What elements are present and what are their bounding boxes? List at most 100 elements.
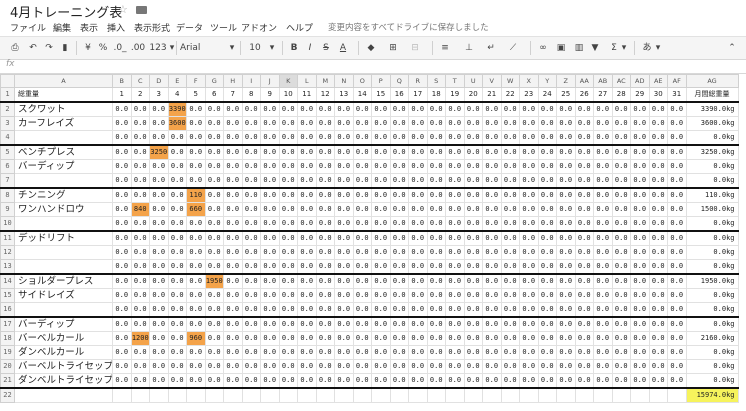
weight-cell[interactable]: 0.0 — [463, 187, 483, 203]
weight-cell[interactable]: 0.0 — [426, 273, 446, 289]
weight-cell[interactable]: 0.0 — [500, 288, 520, 303]
weight-cell[interactable]: 0.0 — [223, 345, 243, 360]
day-header-cell[interactable]: 10 — [278, 87, 298, 103]
weight-cell[interactable]: 0.0 — [408, 216, 428, 232]
weight-cell[interactable]: 0.0 — [297, 288, 317, 303]
weight-cell[interactable]: 0.0 — [241, 359, 261, 374]
filter-icon[interactable]: ▼ — [588, 40, 602, 56]
weight-cell[interactable]: 0.0 — [260, 173, 280, 189]
weight-cell[interactable]: 0.0 — [519, 116, 539, 131]
weight-cell[interactable]: 0.0 — [611, 173, 631, 189]
column-header-s[interactable]: S — [426, 74, 446, 88]
weight-cell[interactable]: 0.0 — [408, 187, 428, 203]
weight-cell[interactable]: 0.0 — [463, 101, 483, 117]
weight-cell[interactable]: 0.0 — [426, 331, 446, 346]
weight-cell-highlighted[interactable]: 1200 — [130, 331, 150, 346]
weight-cell[interactable]: 0.0 — [204, 259, 224, 275]
weight-cell[interactable]: 0.0 — [537, 116, 557, 131]
weight-cell[interactable]: 0.0 — [334, 302, 354, 318]
weight-cell[interactable]: 0.0 — [408, 202, 428, 217]
weight-cell[interactable]: 0.0 — [630, 288, 650, 303]
weight-cell[interactable]: 0.0 — [463, 144, 483, 160]
weight-cell[interactable]: 0.0 — [149, 316, 169, 332]
weight-cell[interactable]: 0.0 — [130, 245, 150, 260]
weight-cell[interactable]: 0.0 — [500, 331, 520, 346]
weight-cell[interactable]: 0.0 — [611, 273, 631, 289]
weight-cell[interactable]: 0.0 — [537, 230, 557, 246]
font-family-dropdown[interactable]: Arial — [180, 40, 214, 56]
day-header-cell[interactable]: 8 — [241, 87, 261, 103]
weight-cell[interactable]: 0.0 — [371, 130, 391, 146]
weight-cell[interactable]: 0.0 — [371, 116, 391, 131]
weight-cell[interactable]: 0.0 — [537, 359, 557, 374]
weight-cell[interactable]: 0.0 — [371, 173, 391, 189]
weight-cell[interactable]: 0.0 — [167, 302, 187, 318]
weight-cell[interactable]: 0.0 — [519, 273, 539, 289]
weight-cell[interactable]: 0.0 — [223, 331, 243, 346]
weight-cell[interactable]: 0.0 — [648, 159, 668, 174]
weight-cell[interactable]: 0.0 — [630, 345, 650, 360]
weight-cell[interactable]: 0.0 — [389, 273, 409, 289]
exercise-name-cell[interactable]: バーディップ — [14, 316, 113, 332]
row-number[interactable]: 12 — [0, 245, 15, 260]
weight-cell[interactable]: 0.0 — [667, 202, 687, 217]
weight-cell[interactable]: 0.0 — [500, 316, 520, 332]
weight-cell[interactable]: 0.0 — [204, 187, 224, 203]
column-header-j[interactable]: J — [260, 74, 280, 88]
weight-cell[interactable]: 0.0 — [389, 130, 409, 146]
weight-cell[interactable]: 0.0 — [574, 130, 594, 146]
weight-cell[interactable]: 0.0 — [241, 245, 261, 260]
weight-cell[interactable]: 0.0 — [574, 331, 594, 346]
weight-cell[interactable]: 0.0 — [482, 130, 502, 146]
percent-button[interactable]: % — [97, 40, 109, 56]
weight-cell[interactable]: 0.0 — [593, 273, 613, 289]
weight-cell[interactable]: 0.0 — [315, 359, 335, 374]
weight-cell[interactable]: 0.0 — [167, 245, 187, 260]
column-header-af[interactable]: AF — [667, 74, 687, 88]
weight-cell[interactable]: 0.0 — [167, 373, 187, 389]
weight-cell[interactable]: 0.0 — [371, 245, 391, 260]
menu-file[interactable]: ファイル — [10, 21, 46, 34]
weight-cell[interactable]: 0.0 — [223, 245, 243, 260]
exercise-name-cell[interactable] — [14, 216, 113, 232]
weight-cell[interactable]: 0.0 — [130, 130, 150, 146]
merge-cells-icon[interactable]: ⊟ — [408, 40, 422, 56]
weight-cell[interactable]: 0.0 — [537, 245, 557, 260]
row-number[interactable]: 21 — [0, 373, 15, 389]
weight-cell[interactable]: 0.0 — [519, 101, 539, 117]
weight-cell[interactable]: 0.0 — [278, 245, 298, 260]
row-number[interactable]: 8 — [0, 187, 15, 203]
star-icon[interactable]: ☆ — [118, 3, 128, 16]
day-header-cell[interactable]: 26 — [574, 87, 594, 103]
day-header-cell[interactable]: 13 — [334, 87, 354, 103]
weight-cell[interactable]: 0.0 — [389, 159, 409, 174]
weight-cell[interactable]: 0.0 — [223, 373, 243, 389]
weight-cell[interactable]: 0.0 — [241, 316, 261, 332]
weight-cell[interactable]: 0.0 — [241, 144, 261, 160]
weight-cell[interactable]: 0.0 — [500, 130, 520, 146]
empty-cell[interactable] — [519, 387, 539, 403]
weight-cell[interactable]: 0.0 — [463, 173, 483, 189]
weight-cell[interactable]: 0.0 — [408, 273, 428, 289]
column-header-h[interactable]: H — [223, 74, 243, 88]
row-number[interactable]: 7 — [0, 173, 15, 189]
weight-cell[interactable]: 0.0 — [315, 130, 335, 146]
weight-cell[interactable]: 0.0 — [630, 316, 650, 332]
weight-cell[interactable]: 0.0 — [149, 288, 169, 303]
weight-cell[interactable]: 0.0 — [463, 259, 483, 275]
weight-cell[interactable]: 0.0 — [574, 288, 594, 303]
weight-cell[interactable]: 0.0 — [574, 373, 594, 389]
day-header-cell[interactable]: 31 — [667, 87, 687, 103]
weight-cell[interactable]: 0.0 — [112, 259, 132, 275]
weight-cell[interactable]: 0.0 — [334, 359, 354, 374]
weight-cell[interactable]: 0.0 — [445, 173, 465, 189]
day-header-cell[interactable]: 28 — [611, 87, 631, 103]
weight-cell[interactable]: 0.0 — [260, 159, 280, 174]
weight-cell[interactable]: 0.0 — [648, 359, 668, 374]
weight-cell[interactable]: 0.0 — [371, 259, 391, 275]
weight-cell[interactable]: 0.0 — [223, 288, 243, 303]
row-number[interactable]: 10 — [0, 216, 15, 232]
weight-cell[interactable]: 0.0 — [389, 101, 409, 117]
print-icon[interactable]: ⎙ — [8, 40, 22, 56]
weight-cell[interactable]: 0.0 — [556, 202, 576, 217]
